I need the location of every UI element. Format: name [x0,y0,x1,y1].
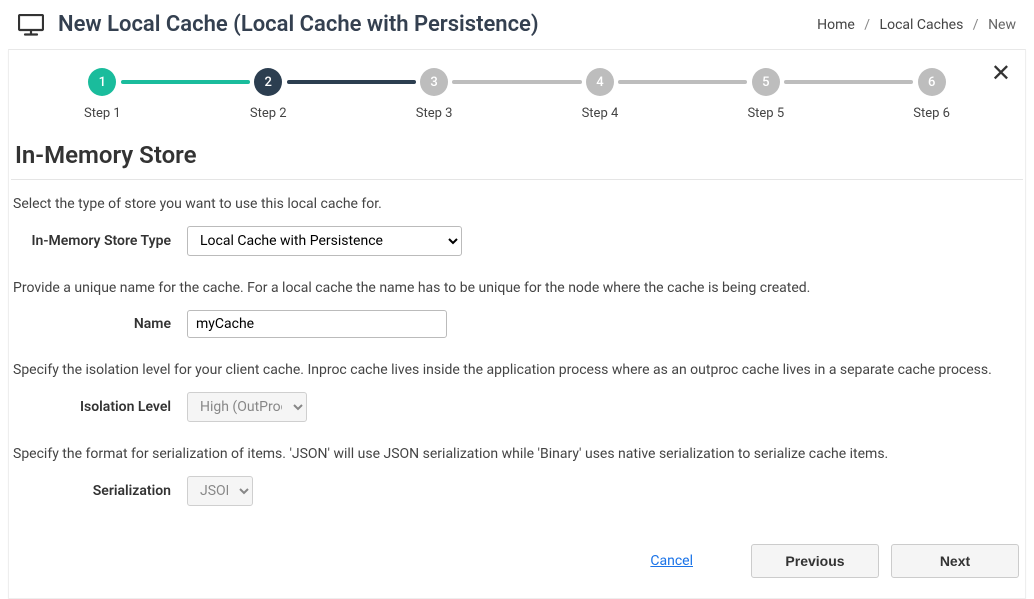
step-6[interactable]: 6 Step 6 [913,68,950,121]
wizard-footer: Cancel Previous Next [9,526,1025,578]
wizard-stepper: 1 Step 1 2 Step 2 3 Step 3 4 Step 4 5 St… [9,68,1025,127]
store-type-label: In-Memory Store Type [13,233,187,249]
wizard-modal: ✕ 1 Step 1 2 Step 2 3 Step 3 4 Step 4 [8,49,1026,599]
serialization-row: Serialization JSON [13,476,1021,506]
step-circle-2: 2 [254,68,282,96]
breadcrumb: Home / Local Caches / New [817,17,1016,33]
isolation-row: Isolation Level High (OutProc) [13,392,1021,422]
store-type-help: Select the type of store you want to use… [13,196,1021,212]
connector-1-2 [121,80,250,84]
serialization-select: JSON [187,476,253,506]
connector-2-3 [287,80,416,84]
name-input[interactable] [187,310,447,338]
step-circle-6: 6 [918,68,946,96]
section-divider [11,179,1023,180]
breadcrumb-home[interactable]: Home [817,17,855,33]
connector-5-6 [784,80,913,84]
breadcrumb-current: New [988,17,1016,33]
store-type-select[interactable]: Local Cache with Persistence [187,226,462,256]
step-4[interactable]: 4 Step 4 [582,68,619,121]
close-button[interactable]: ✕ [987,58,1015,90]
isolation-help: Specify the isolation level for your cli… [13,362,1021,378]
step-label-4: Step 4 [582,106,619,121]
serialization-help: Specify the format for serialization of … [13,446,1021,462]
step-label-6: Step 6 [913,106,950,121]
step-circle-5: 5 [752,68,780,96]
store-type-row: In-Memory Store Type Local Cache with Pe… [13,226,1021,256]
name-help: Provide a unique name for the cache. For… [13,280,1021,296]
form-content: Select the type of store you want to use… [9,196,1025,506]
isolation-select: High (OutProc) [187,392,307,422]
connector-4-5 [618,80,747,84]
step-label-3: Step 3 [416,106,453,121]
monitor-icon [18,14,44,36]
step-label-2: Step 2 [250,106,287,121]
step-circle-1: 1 [88,68,116,96]
previous-button[interactable]: Previous [751,544,879,578]
name-row: Name [13,310,1021,338]
name-label: Name [13,316,187,332]
isolation-label: Isolation Level [13,399,187,415]
step-label-5: Step 5 [747,106,784,121]
step-3[interactable]: 3 Step 3 [416,68,453,121]
connector-3-4 [452,80,581,84]
close-icon: ✕ [991,60,1011,87]
serialization-label: Serialization [13,483,187,499]
step-circle-3: 3 [420,68,448,96]
step-5[interactable]: 5 Step 5 [747,68,784,121]
step-circle-4: 4 [586,68,614,96]
page-header: New Local Cache (Local Cache with Persis… [0,0,1034,45]
section-title: In-Memory Store [11,127,1023,175]
step-label-1: Step 1 [84,106,121,121]
breadcrumb-local-caches[interactable]: Local Caches [880,17,964,33]
next-button[interactable]: Next [891,544,1019,578]
cancel-link[interactable]: Cancel [650,553,693,569]
step-2[interactable]: 2 Step 2 [250,68,287,121]
page-title: New Local Cache (Local Cache with Persis… [58,12,539,37]
step-1[interactable]: 1 Step 1 [84,68,121,121]
